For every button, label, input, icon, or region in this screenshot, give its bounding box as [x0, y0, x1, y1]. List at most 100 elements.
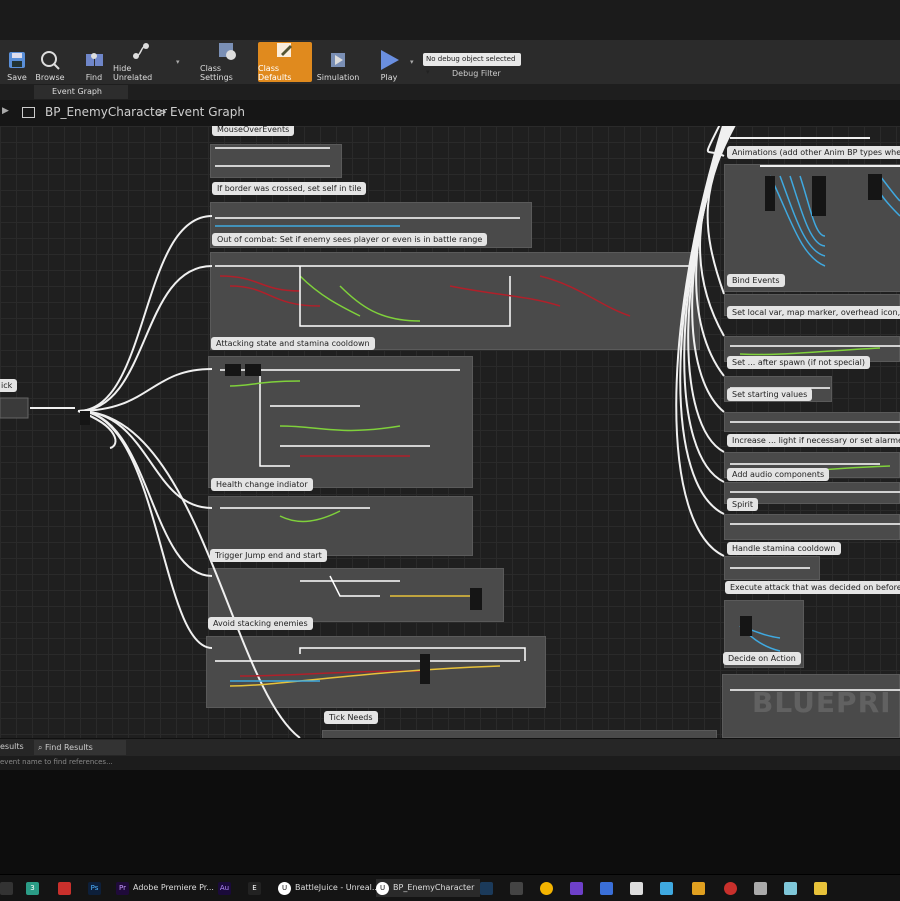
- app-icon: [600, 881, 613, 895]
- find-icon: [83, 50, 105, 70]
- blueprint-watermark: BLUEPRI: [752, 686, 892, 719]
- app-icon: [660, 881, 673, 895]
- find-button[interactable]: Find: [80, 42, 108, 82]
- taskbar-app[interactable]: [814, 879, 831, 897]
- comment-title: Spirit: [727, 498, 759, 511]
- comment-title: If border was crossed, set self in tile: [212, 182, 367, 195]
- app-icon: [0, 881, 13, 895]
- epic-icon: E: [248, 881, 261, 895]
- breadcrumb-separator: >: [157, 105, 168, 119]
- app-icon: [510, 881, 523, 895]
- comment-title: Set starting values: [727, 388, 813, 401]
- unreal-icon: U: [278, 881, 291, 895]
- taskbar-app[interactable]: [630, 879, 647, 897]
- taskbar-app[interactable]: [570, 879, 587, 897]
- tab-find-results[interactable]: ⌕ Find Results: [34, 740, 126, 755]
- gear-icon: [216, 41, 238, 61]
- taskbar-app[interactable]: [692, 879, 709, 897]
- class-settings-button[interactable]: Class Settings: [200, 42, 254, 82]
- empty-panel: [0, 770, 900, 874]
- taskbar-app[interactable]: [0, 879, 17, 897]
- chrome-icon: [540, 881, 553, 895]
- app-icon: [784, 881, 797, 895]
- wire-layer: [0, 126, 900, 738]
- breadcrumb: ▶ BP_EnemyCharacter > Event Graph: [0, 100, 900, 126]
- comment-title: Handle stamina cooldown: [727, 542, 841, 555]
- class-defaults-button[interactable]: Class Defaults: [258, 42, 312, 82]
- taskbar-app[interactable]: [600, 879, 617, 897]
- calculator-icon: [754, 881, 767, 895]
- comment-title: Avoid stacking enemies: [208, 617, 313, 630]
- taskbar-app[interactable]: Au: [218, 879, 235, 897]
- breadcrumb-graph[interactable]: Event Graph: [170, 105, 245, 119]
- event-graph-canvas[interactable]: MouseOverEvents If border was crossed, s…: [0, 126, 900, 738]
- tab-event-graph[interactable]: Event Graph: [34, 85, 128, 99]
- taskbar-app[interactable]: E: [248, 879, 265, 897]
- class-defaults-icon: [274, 41, 296, 61]
- taskbar-blueprint[interactable]: U BP_EnemyCharacter: [376, 879, 481, 897]
- tick-event-node-label[interactable]: ick: [0, 379, 18, 392]
- taskbar-app[interactable]: [540, 879, 557, 897]
- comment-title: Out of combat: Set if enemy sees player …: [212, 233, 488, 246]
- find-results-input[interactable]: event name to find references...: [0, 756, 900, 770]
- audition-icon: Au: [218, 881, 231, 895]
- acrobat-icon: [58, 881, 71, 895]
- taskbar-app[interactable]: Ps: [88, 879, 105, 897]
- taskbar-app[interactable]: [660, 879, 677, 897]
- play-button[interactable]: Play: [372, 42, 406, 82]
- comment-title: Decide on Action: [723, 652, 801, 665]
- back-arrow-icon[interactable]: ▶: [2, 106, 9, 116]
- taskbar-app[interactable]: [724, 879, 741, 897]
- save-button[interactable]: Save: [3, 42, 31, 82]
- app-icon: [724, 881, 737, 895]
- comment-title: Execute attack that was decided on befor…: [725, 581, 900, 594]
- hide-unrelated-icon: [130, 41, 152, 61]
- unreal-icon: U: [376, 881, 389, 895]
- comment-title: Animations (add other Anim BP types when…: [727, 146, 900, 159]
- comment-title: MouseOverEvents: [212, 126, 295, 136]
- photoshop-icon: Ps: [88, 881, 101, 895]
- taskbar-app[interactable]: [510, 879, 527, 897]
- simulation-icon: [327, 50, 349, 70]
- taskbar-app[interactable]: [58, 879, 75, 897]
- title-bar: [0, 0, 900, 41]
- premiere-icon: Pr: [116, 881, 129, 895]
- browse-icon: [39, 50, 61, 70]
- steam-icon: [480, 881, 493, 895]
- comment-title: Bind Events: [727, 274, 785, 287]
- github-icon: [570, 881, 583, 895]
- browse-button[interactable]: Browse: [34, 42, 66, 82]
- taskbar-app[interactable]: [754, 879, 771, 897]
- folder-icon: [814, 881, 827, 895]
- app-icon: 3: [26, 881, 39, 895]
- debug-object-select[interactable]: No debug object selected ▾: [423, 53, 521, 76]
- taskbar-app[interactable]: [784, 879, 801, 897]
- comment-title: Trigger Jump end and start: [210, 549, 327, 562]
- play-icon: [378, 50, 400, 70]
- taskbar: 3 Ps Pr Adobe Premiere Pr... Au E U Battle…: [0, 874, 900, 901]
- taskbar-unreal[interactable]: U BattleJuice - Unreal...: [278, 879, 379, 897]
- tab-row: [0, 84, 900, 100]
- graph-grid-icon: [22, 107, 35, 118]
- debug-filter-label: Debug Filter: [452, 69, 501, 78]
- comment-title: Set local var, map marker, overhead icon…: [727, 306, 900, 319]
- comment-title: Add audio components: [727, 468, 830, 481]
- comment-title: Increase ... light if necessary or set a…: [727, 434, 900, 447]
- comment-title: Health change indiator: [211, 478, 313, 491]
- bottom-panel-tabs: esults ⌕ Find Results: [0, 738, 900, 757]
- tab-compiler-results[interactable]: esults: [0, 742, 24, 751]
- taskbar-app[interactable]: 3: [26, 879, 43, 897]
- breadcrumb-blueprint[interactable]: BP_EnemyCharacter: [45, 105, 167, 119]
- simulation-button[interactable]: Simulation: [317, 42, 359, 82]
- app-icon: [692, 881, 705, 895]
- comment-title: Tick Needs: [324, 711, 378, 724]
- taskbar-premiere[interactable]: Pr Adobe Premiere Pr...: [116, 879, 214, 897]
- hide-options-chevron-icon[interactable]: ▾: [176, 58, 180, 66]
- search-icon: ⌕: [38, 743, 43, 752]
- comment-title: Set ... after spawn (if not special): [727, 356, 871, 369]
- play-options-chevron-icon[interactable]: ▾: [410, 58, 414, 66]
- hide-unrelated-button[interactable]: Hide Unrelated: [113, 42, 169, 82]
- taskbar-app[interactable]: [480, 879, 497, 897]
- comment-title: Attacking state and stamina cooldown: [211, 337, 375, 350]
- save-icon: [6, 50, 28, 70]
